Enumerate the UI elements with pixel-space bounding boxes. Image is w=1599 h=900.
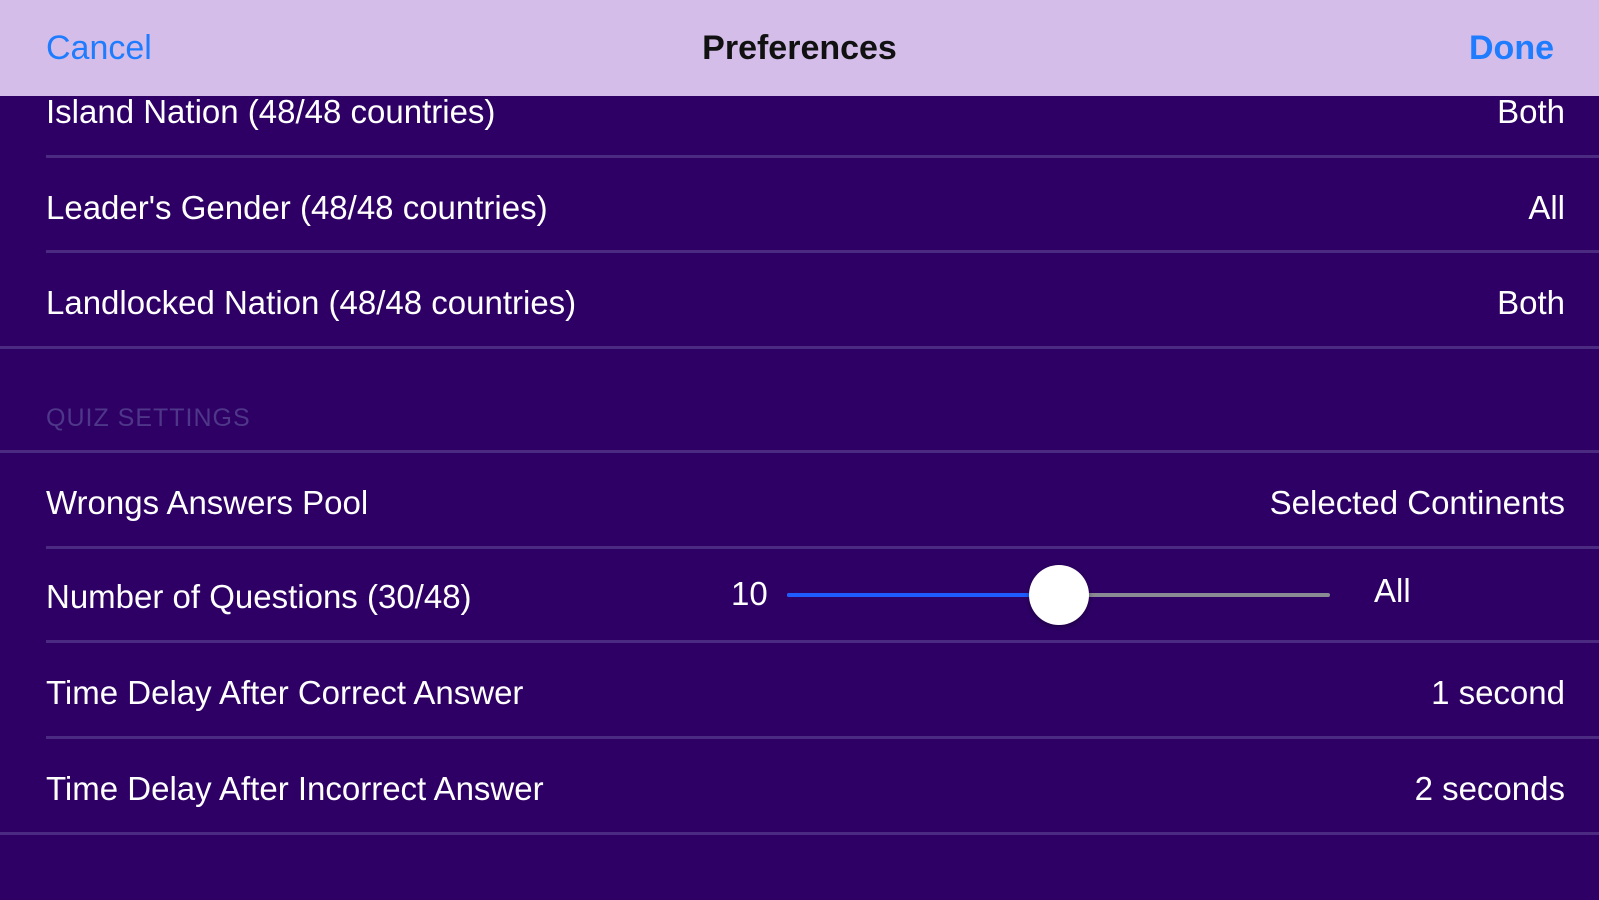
row-label: Number of Questions (30/48): [46, 578, 472, 615]
page-title: Preferences: [702, 28, 897, 67]
navigation-bar: Cancel Preferences Done: [0, 0, 1599, 96]
row-separator: [46, 250, 1599, 253]
row-value: 1 second: [1431, 674, 1565, 711]
row-separator: [46, 640, 1599, 643]
preferences-list: Island Nation (48/48 countries) Both Lea…: [0, 0, 1599, 900]
row-separator: [46, 736, 1599, 739]
slider-max-label: All: [1374, 572, 1411, 609]
row-separator: [46, 155, 1599, 158]
row-wrong-answers-pool[interactable]: Wrongs Answers Pool Selected Continents: [0, 456, 1599, 550]
row-value: Both: [1497, 93, 1565, 130]
row-label: Time Delay After Incorrect Answer: [46, 770, 544, 807]
row-separator: [46, 546, 1599, 549]
row-value: 2 seconds: [1414, 770, 1565, 807]
row-value: Selected Continents: [1269, 484, 1565, 521]
done-button[interactable]: Done: [1469, 0, 1554, 96]
questions-slider-thumb[interactable]: [1028, 565, 1089, 625]
row-label: Leader's Gender (48/48 countries): [46, 189, 548, 226]
section-separator: [0, 832, 1599, 835]
row-delay-correct[interactable]: Time Delay After Correct Answer 1 second: [0, 646, 1599, 740]
row-label: Landlocked Nation (48/48 countries): [46, 284, 577, 321]
cancel-button[interactable]: Cancel: [46, 0, 152, 96]
row-value: All: [1528, 189, 1565, 226]
row-label: Time Delay After Correct Answer: [46, 674, 524, 711]
section-separator: [0, 450, 1599, 453]
section-header-quiz-settings: QUIZ SETTINGS: [46, 404, 251, 432]
row-landlocked-nation[interactable]: Landlocked Nation (48/48 countries) Both: [0, 256, 1599, 350]
row-delay-incorrect[interactable]: Time Delay After Incorrect Answer 2 seco…: [0, 742, 1599, 836]
row-label: Wrongs Answers Pool: [46, 484, 369, 521]
section-separator: [0, 346, 1599, 349]
slider-min-label: 10: [731, 575, 768, 612]
row-number-of-questions: Number of Questions (30/48): [0, 550, 1599, 644]
row-leaders-gender[interactable]: Leader's Gender (48/48 countries) All: [0, 161, 1599, 255]
row-label: Island Nation (48/48 countries): [46, 93, 496, 130]
row-value: Both: [1497, 284, 1565, 321]
questions-slider-fill: [787, 593, 1059, 597]
